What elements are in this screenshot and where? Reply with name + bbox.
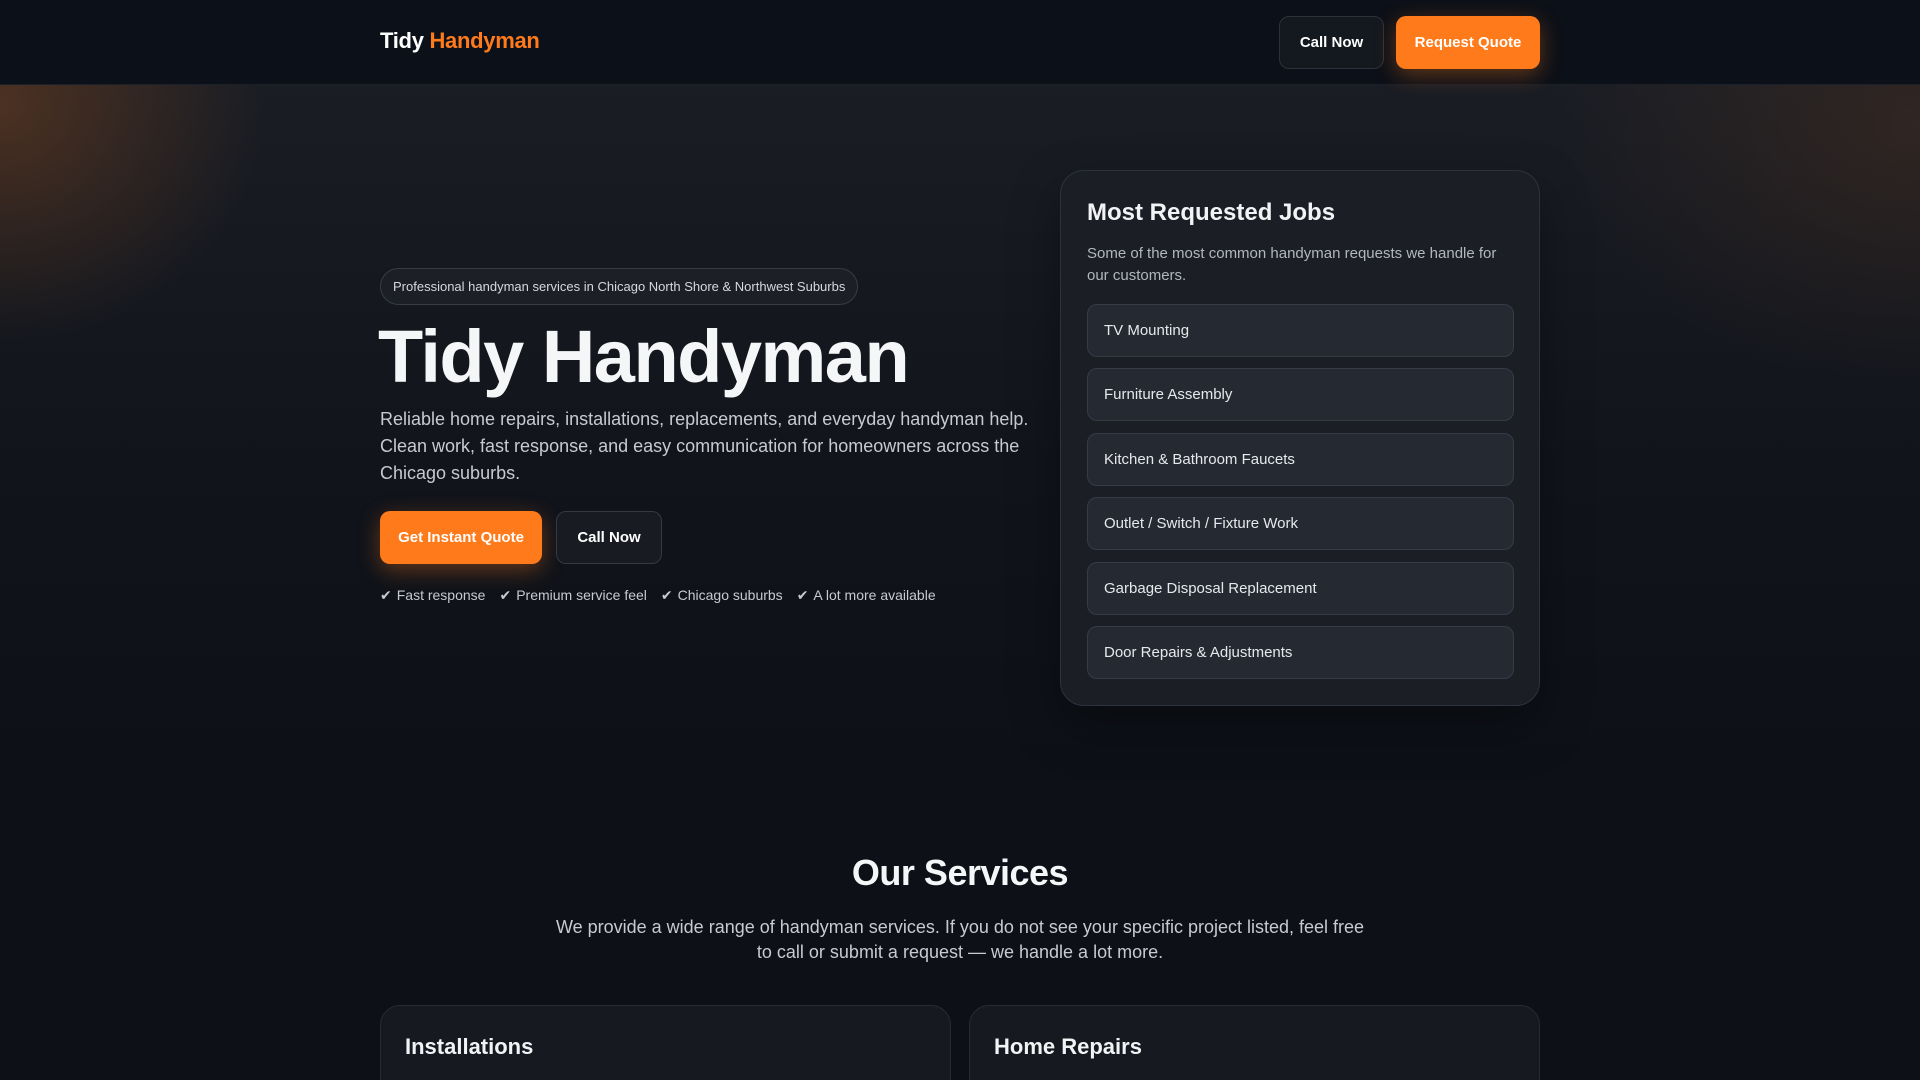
service-card-home-repairs[interactable]: Home Repairs <box>969 1005 1540 1080</box>
feature-label: Premium service feel <box>516 587 647 603</box>
service-card-title: Home Repairs <box>994 1034 1142 1059</box>
hero-description: Reliable home repairs, installations, re… <box>380 409 1029 483</box>
top-navbar: Tidy Handyman Call Now Request Quote <box>0 0 1920 85</box>
checkmark-icon: ✔ <box>380 587 392 603</box>
nav-call-now-button[interactable]: Call Now <box>1279 16 1384 69</box>
job-item-furniture-assembly[interactable]: Furniture Assembly <box>1087 368 1514 421</box>
services-title: Our Services <box>851 852 1069 893</box>
job-item-tv-mounting[interactable]: TV Mounting <box>1087 304 1514 357</box>
checkmark-icon: ✔ <box>796 587 809 603</box>
jobs-card-title: Most Requested Jobs <box>1087 199 1336 226</box>
nav-request-quote-button[interactable]: Request Quote <box>1396 16 1540 69</box>
job-item-outlet-switch-fixture[interactable]: Outlet / Switch / Fixture Work <box>1087 497 1514 550</box>
service-card-installations[interactable]: Installations <box>380 1005 951 1080</box>
brand-name-first: Tidy <box>380 28 424 53</box>
feature-item: ✔ Fast response <box>380 587 485 604</box>
feature-checklist: ✔ Fast response ✔ Premium service feel ✔… <box>380 587 936 604</box>
job-item-faucets[interactable]: Kitchen & Bathroom Faucets <box>1087 433 1514 486</box>
hero-call-now-button[interactable]: Call Now <box>556 511 662 564</box>
checkmark-icon: ✔ <box>660 587 673 603</box>
brand-logo[interactable]: Tidy Handyman <box>380 28 540 54</box>
service-area-badge: Professional handyman services in Chicag… <box>380 268 859 305</box>
feature-item: ✔ Premium service feel <box>499 587 646 604</box>
checkmark-icon: ✔ <box>499 587 512 603</box>
most-requested-jobs-card: Most Requested Jobs Some of the most com… <box>1060 170 1540 706</box>
get-instant-quote-button[interactable]: Get Instant Quote <box>380 511 542 564</box>
brand-name-accent: Handyman <box>429 28 540 53</box>
feature-label: Chicago suburbs <box>677 587 783 603</box>
job-item-door-repairs[interactable]: Door Repairs & Adjustments <box>1087 626 1514 679</box>
feature-label: A lot more available <box>813 587 936 603</box>
service-card-title: Installations <box>405 1034 534 1059</box>
feature-item: ✔ A lot more available <box>797 587 936 604</box>
feature-label: Fast response <box>396 587 486 603</box>
job-item-garbage-disposal[interactable]: Garbage Disposal Replacement <box>1087 562 1514 615</box>
feature-item: ✔ Chicago suburbs <box>661 587 783 604</box>
services-description: We provide a wide range of handyman serv… <box>555 917 1365 962</box>
hero-title: Tidy Handyman <box>378 315 910 398</box>
jobs-card-description: Some of the most common handyman request… <box>1087 245 1497 284</box>
